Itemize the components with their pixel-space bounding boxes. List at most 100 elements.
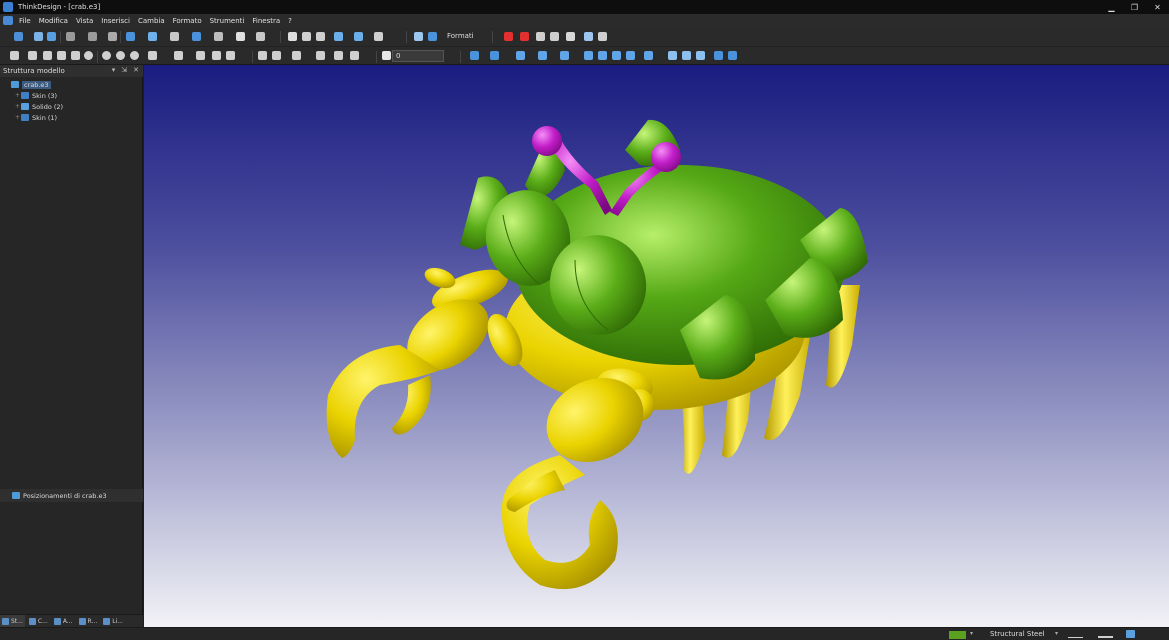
panel-pin-icon[interactable]: ⇲ xyxy=(121,66,127,74)
delete-icon[interactable] xyxy=(504,32,513,41)
tree-node-solido-2[interactable]: + Solido (2) xyxy=(0,101,143,112)
tree-expander[interactable]: + xyxy=(14,114,21,121)
skin-icon xyxy=(21,92,29,99)
menu-inserisci[interactable]: Inserisci xyxy=(101,17,130,25)
snap-icon[interactable] xyxy=(374,32,383,41)
move-icon[interactable] xyxy=(334,32,343,41)
blend-icon[interactable] xyxy=(566,32,575,41)
undo-icon[interactable] xyxy=(66,32,75,41)
view-top-icon[interactable] xyxy=(668,51,677,60)
layer-combo[interactable]: 0 xyxy=(392,50,444,62)
extrude-icon[interactable] xyxy=(470,51,479,60)
help-pointer-icon[interactable] xyxy=(256,32,265,41)
material-dropdown-arrow[interactable]: ▾ xyxy=(1055,630,1058,637)
camera-icon[interactable] xyxy=(714,51,723,60)
view-orient-icon[interactable] xyxy=(192,32,201,41)
solid-sphere-icon[interactable] xyxy=(538,51,547,60)
material-selector[interactable]: Structural Steel xyxy=(990,630,1045,638)
solid-cylinder-icon[interactable] xyxy=(560,51,569,60)
fill-icon[interactable] xyxy=(292,51,301,60)
circle-3pt-icon[interactable] xyxy=(102,51,111,60)
hatch-icon[interactable] xyxy=(334,51,343,60)
tree-node-skin-1[interactable]: + Skin (1) xyxy=(0,112,143,123)
color-dropdown-arrow[interactable]: ▾ xyxy=(970,630,973,637)
display-settings-icon[interactable] xyxy=(1126,630,1135,638)
menu-vista[interactable]: Vista xyxy=(76,17,93,25)
rotate-icon[interactable] xyxy=(354,32,363,41)
view-right-icon[interactable] xyxy=(626,51,635,60)
workplane-icon[interactable] xyxy=(272,51,281,60)
menu-file[interactable]: File xyxy=(19,17,31,25)
ellipse-icon[interactable] xyxy=(174,51,183,60)
view-bottom-icon[interactable] xyxy=(682,51,691,60)
menu-help[interactable]: ? xyxy=(288,17,292,25)
select-arrow-icon[interactable] xyxy=(288,32,297,41)
arc-icon[interactable] xyxy=(116,51,125,60)
line-weight-icon[interactable] xyxy=(1098,630,1113,638)
shaded-view-icon[interactable] xyxy=(126,32,135,41)
segment-icon[interactable] xyxy=(71,51,80,60)
line-style-icon[interactable] xyxy=(1068,630,1083,638)
styles-dropdown[interactable]: Formati xyxy=(447,32,474,40)
polyline-icon[interactable] xyxy=(43,51,52,60)
tools-icon[interactable] xyxy=(598,32,607,41)
point-icon[interactable] xyxy=(57,51,66,60)
select-window-icon[interactable] xyxy=(302,32,311,41)
tree-node-skin-3[interactable]: + Skin (3) xyxy=(0,90,143,101)
revolve-icon[interactable] xyxy=(490,51,499,60)
circle-icon[interactable] xyxy=(84,51,93,60)
style-icon[interactable] xyxy=(428,32,437,41)
clipboard-icon[interactable] xyxy=(108,32,117,41)
view-iso-icon[interactable] xyxy=(644,51,653,60)
dimension-icon[interactable] xyxy=(316,51,325,60)
restore-button[interactable]: ❐ xyxy=(1123,0,1146,14)
spline-icon[interactable] xyxy=(196,51,205,60)
open-file-icon[interactable] xyxy=(34,32,43,41)
circle-center-icon[interactable] xyxy=(130,51,139,60)
color-swatch[interactable] xyxy=(949,631,966,639)
panel-close-icon[interactable]: ✕ xyxy=(133,66,139,74)
layer-icon[interactable] xyxy=(414,32,423,41)
extend-icon[interactable] xyxy=(550,32,559,41)
zoom-icon[interactable] xyxy=(170,32,179,41)
pen-icon[interactable] xyxy=(214,32,223,41)
view-back-icon[interactable] xyxy=(598,51,607,60)
menu-formato[interactable]: Formato xyxy=(173,17,202,25)
tree-expander[interactable]: + xyxy=(14,103,21,110)
delete-all-icon[interactable] xyxy=(520,32,529,41)
3d-viewport[interactable] xyxy=(144,65,1169,627)
new-file-icon[interactable] xyxy=(14,32,23,41)
fillet-icon[interactable] xyxy=(212,51,221,60)
curve-icon[interactable] xyxy=(10,51,19,60)
text-icon[interactable] xyxy=(350,51,359,60)
menu-modifica[interactable]: Modifica xyxy=(39,17,68,25)
trim-icon[interactable] xyxy=(536,32,545,41)
menu-strumenti[interactable]: Strumenti xyxy=(210,17,245,25)
light-icon[interactable] xyxy=(728,51,737,60)
close-button[interactable]: ✕ xyxy=(1146,0,1169,14)
rectangle-icon[interactable] xyxy=(236,32,245,41)
positions-panel-header[interactable]: Posizionamenti di crab.e3 xyxy=(0,489,143,502)
rectangle-tool-icon[interactable] xyxy=(148,51,157,60)
save-icon[interactable] xyxy=(47,32,56,41)
plane-icon[interactable] xyxy=(258,51,267,60)
chamfer-icon[interactable] xyxy=(226,51,235,60)
panel-tabs: St... C... A... R... Li... xyxy=(0,614,143,628)
surface-icon[interactable] xyxy=(584,32,593,41)
select-filter-icon[interactable] xyxy=(316,32,325,41)
view-front-icon[interactable] xyxy=(584,51,593,60)
panel-dropdown-icon[interactable]: ▾ xyxy=(112,66,116,74)
redo-icon[interactable] xyxy=(88,32,97,41)
tree-node-root[interactable]: crab.e3 xyxy=(0,79,143,90)
brush-icon[interactable] xyxy=(382,51,391,60)
view-left-icon[interactable] xyxy=(612,51,621,60)
solid-box-icon[interactable] xyxy=(516,51,525,60)
render-mode-icon[interactable] xyxy=(148,32,157,41)
view-all-icon[interactable] xyxy=(696,51,705,60)
line-icon[interactable] xyxy=(28,51,37,60)
menu-finestra[interactable]: Finestra xyxy=(252,17,280,25)
menu-cambia[interactable]: Cambia xyxy=(138,17,165,25)
tree-expander[interactable]: + xyxy=(14,92,21,99)
minimize-button[interactable]: ▁ xyxy=(1100,0,1123,14)
doc-menu-icon[interactable] xyxy=(3,16,13,25)
